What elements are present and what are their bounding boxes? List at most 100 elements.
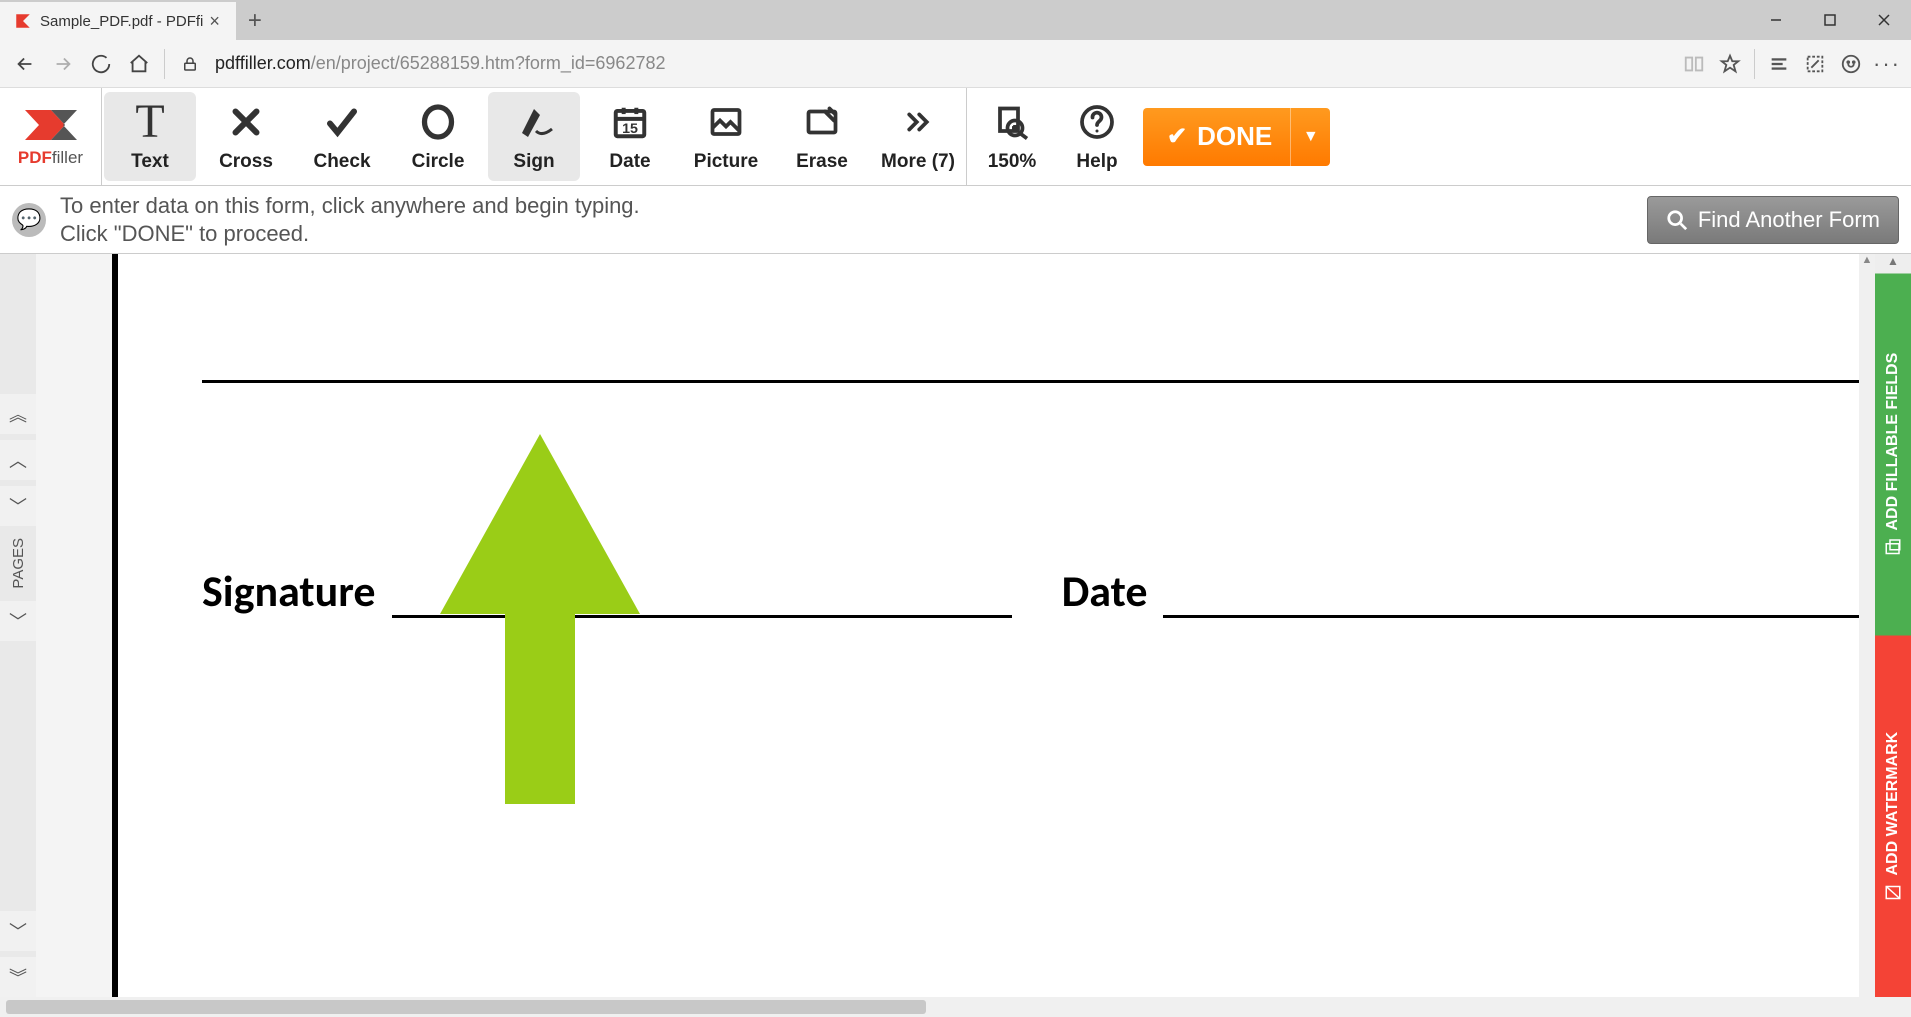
tool-picture-label: Picture (694, 151, 758, 173)
watermark-label: ADD WATERMARK (1884, 731, 1902, 875)
pages-label: PAGES (10, 538, 27, 589)
app-logo[interactable]: PDFfiller (0, 88, 102, 185)
notes-icon[interactable] (1797, 46, 1833, 82)
zoom-label: 150% (988, 151, 1037, 173)
hint-bar: 💬 To enter data on this form, click anyw… (0, 186, 1911, 254)
brand-text: PDFfiller (18, 148, 83, 168)
tool-circle-label: Circle (412, 151, 465, 173)
rail-expand2-icon[interactable]: ﹀ (0, 601, 36, 641)
url-host: pdffiller.com (215, 53, 311, 73)
signature-label: Signature (202, 564, 376, 618)
new-tab-button[interactable]: + (236, 2, 274, 40)
sign-icon (512, 101, 556, 143)
picture-icon (706, 101, 746, 143)
svg-text:15: 15 (622, 121, 638, 137)
tool-check-label: Check (313, 151, 370, 173)
rail-expand-icon[interactable]: ﹀ (0, 486, 36, 526)
rail-collapse-top-icon[interactable]: ︽ (0, 394, 36, 434)
hint-icon: 💬 (12, 203, 46, 237)
tool-cross-label: Cross (219, 151, 273, 173)
refresh-button[interactable] (82, 45, 120, 83)
tool-circle[interactable]: Circle (390, 88, 486, 185)
tool-picture[interactable]: Picture (678, 88, 774, 185)
tool-more-label: More (7) (881, 151, 955, 173)
tool-check[interactable]: Check (294, 88, 390, 185)
zoom-control[interactable]: 150% (967, 88, 1057, 185)
close-window-button[interactable] (1857, 0, 1911, 40)
tool-sign[interactable]: Sign (488, 92, 580, 181)
vertical-scrollbar[interactable]: ▲ (1859, 254, 1875, 997)
done-dropdown-icon[interactable]: ▼ (1290, 108, 1330, 166)
document-area: ︽ ︿ ﹀ PAGES ﹀ ﹀ ︾ Signature Date (0, 254, 1911, 997)
tool-text[interactable]: T Text (104, 92, 196, 181)
tool-more[interactable]: More (7) (870, 88, 966, 185)
tool-date-label: Date (609, 151, 650, 173)
pages-rail: ︽ ︿ ﹀ PAGES ﹀ ﹀ ︾ (0, 254, 36, 997)
more-chevrons-icon (898, 101, 938, 143)
tab-strip: Sample_PDF.pdf - PDFfi × + (0, 0, 1911, 40)
tool-date[interactable]: 15 Date (582, 88, 678, 185)
scrollbar-thumb[interactable] (6, 1000, 926, 1014)
tool-cross[interactable]: Cross (198, 88, 294, 185)
url-path: /en/project/65288159.htm?form_id=6962782 (311, 53, 666, 73)
hint-line-2: Click "DONE" to proceed. (60, 220, 640, 248)
reading-view-icon[interactable] (1676, 46, 1712, 82)
hint-line-1: To enter data on this form, click anywhe… (60, 192, 640, 220)
share-icon[interactable] (1833, 46, 1869, 82)
tool-erase[interactable]: Erase (774, 88, 870, 185)
more-icon[interactable]: ··· (1869, 46, 1905, 82)
rail-up-icon[interactable]: ︿ (0, 440, 36, 480)
done-button[interactable]: ✔ DONE ▼ (1143, 108, 1330, 166)
find-form-label: Find Another Form (1698, 207, 1880, 233)
horizontal-scrollbar[interactable] (0, 997, 1911, 1017)
circle-icon (420, 101, 456, 143)
cross-icon (228, 101, 264, 143)
hint-text: To enter data on this form, click anywhe… (60, 192, 640, 247)
date-icon: 15 (611, 101, 649, 143)
minimize-button[interactable] (1749, 0, 1803, 40)
window-controls (1749, 0, 1911, 40)
signature-row: Signature Date (202, 564, 1901, 618)
text-icon: T (135, 101, 164, 143)
favorite-icon[interactable] (1712, 46, 1748, 82)
maximize-button[interactable] (1803, 0, 1857, 40)
tool-erase-label: Erase (796, 151, 848, 173)
close-tab-icon[interactable]: × (203, 11, 226, 32)
help-label: Help (1076, 151, 1117, 173)
rail-down-icon[interactable]: ﹀ (0, 911, 36, 951)
signature-line[interactable] (392, 615, 1012, 618)
rail-collapse-bottom-icon[interactable]: ︾ (0, 957, 36, 997)
tab-title: Sample_PDF.pdf - PDFfi (40, 13, 203, 30)
browser-chrome: Sample_PDF.pdf - PDFfi × + pdffiller.com… (0, 0, 1911, 88)
tool-sign-label: Sign (513, 151, 554, 173)
horizontal-rule (202, 380, 1901, 383)
fillable-label: ADD FILLABLE FIELDS (1884, 353, 1902, 531)
help-button[interactable]: Help (1057, 88, 1137, 185)
url-display[interactable]: pdffiller.com/en/project/65288159.htm?fo… (215, 53, 665, 74)
pdf-page[interactable]: Signature Date (112, 254, 1901, 997)
pdffiller-logo-icon (23, 106, 79, 144)
checkmark-icon: ✔ (1167, 122, 1187, 151)
browser-tab[interactable]: Sample_PDF.pdf - PDFfi × (0, 2, 236, 40)
date-line[interactable] (1163, 615, 1901, 618)
back-button[interactable] (6, 45, 44, 83)
zoom-icon (994, 101, 1030, 143)
done-label: DONE (1197, 121, 1272, 152)
help-icon (1079, 101, 1115, 143)
add-fillable-fields-button[interactable]: ADD FILLABLE FIELDS (1875, 274, 1911, 636)
home-button[interactable] (120, 45, 158, 83)
add-watermark-button[interactable]: ADD WATERMARK (1875, 636, 1911, 998)
scroll-up-icon[interactable]: ▲ (1875, 254, 1911, 274)
forward-button[interactable] (44, 45, 82, 83)
find-another-form-button[interactable]: Find Another Form (1647, 196, 1899, 244)
lock-icon (171, 45, 209, 83)
date-label: Date (1062, 564, 1148, 618)
separator (1754, 49, 1755, 79)
pdffiller-favicon-icon (14, 12, 32, 30)
address-bar: pdffiller.com/en/project/65288159.htm?fo… (0, 40, 1911, 88)
check-icon (322, 101, 362, 143)
app-toolbar: PDFfiller T Text Cross Check Circle Sign… (0, 88, 1911, 186)
hub-icon[interactable] (1761, 46, 1797, 82)
erase-icon (802, 101, 842, 143)
tool-text-label: Text (131, 151, 169, 173)
